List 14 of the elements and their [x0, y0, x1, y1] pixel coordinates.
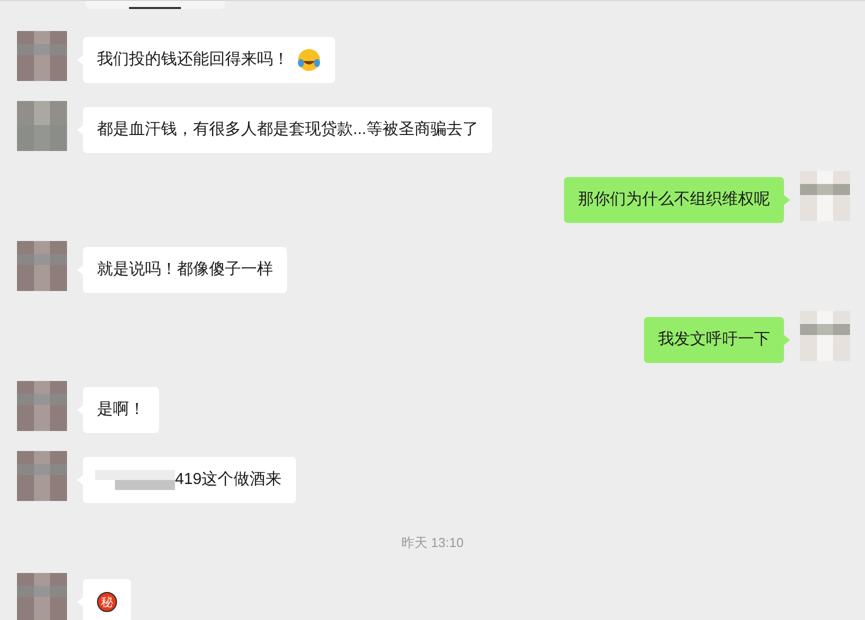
avatar	[800, 311, 850, 361]
bubble-tail	[784, 335, 790, 345]
avatar	[17, 241, 67, 291]
avatar	[17, 451, 67, 501]
laughing-crying-emoji-icon	[297, 48, 321, 72]
avatar	[17, 101, 67, 151]
blurred-text-icon	[95, 468, 175, 492]
avatar	[17, 31, 67, 81]
bubble-tail	[784, 195, 790, 205]
avatar	[800, 171, 850, 221]
secret-emoji-icon: 秘	[97, 592, 117, 612]
avatar	[17, 572, 67, 620]
timestamp: 昨天 13:10	[401, 534, 464, 552]
avatar	[17, 381, 67, 431]
